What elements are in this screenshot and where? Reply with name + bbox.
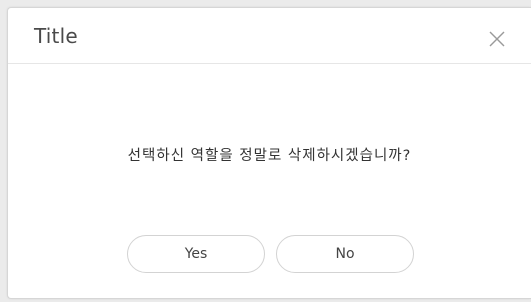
no-button[interactable]: No	[276, 235, 414, 273]
dialog-title: Title	[34, 24, 78, 48]
close-icon[interactable]	[488, 30, 506, 48]
confirm-dialog: Title 선택하신 역할을 정말로 삭제하시겠습니까? Yes No	[7, 7, 531, 299]
dialog-message: 선택하신 역할을 정말로 삭제하시겠습니까?	[127, 148, 412, 164]
dialog-header: Title	[8, 8, 531, 64]
yes-button[interactable]: Yes	[127, 235, 265, 273]
